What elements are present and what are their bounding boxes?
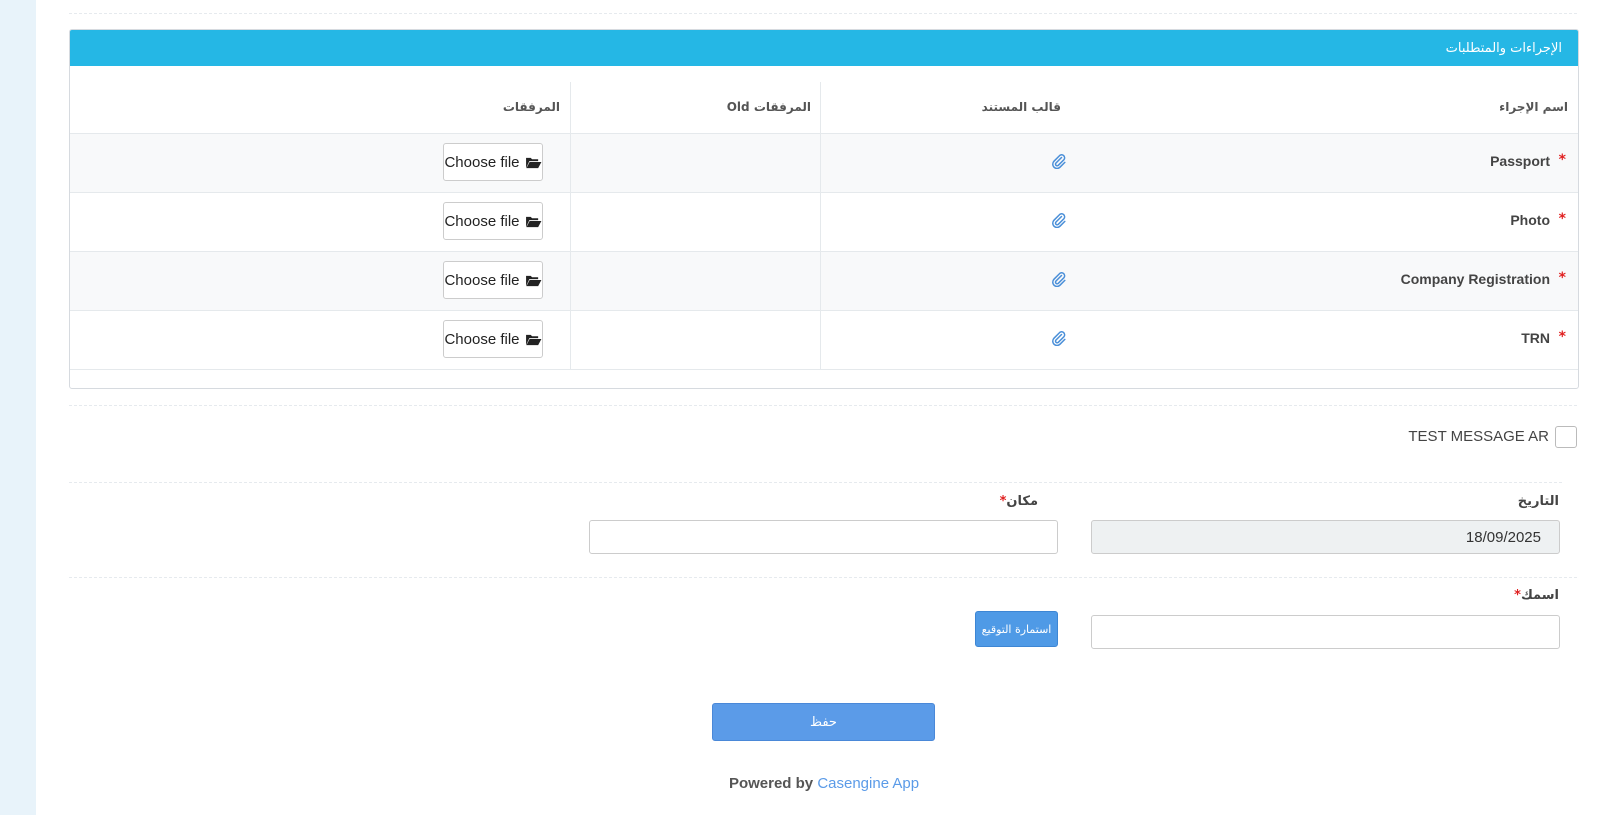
procedure-name: TRN [1521,330,1550,346]
table-header-row: اسم الإجراء قالب المستند Old المرفقات ال… [70,82,1578,134]
cell-attachments: Choose file [70,252,570,310]
procedure-name: Company Registration [1400,271,1550,287]
choose-file-button[interactable]: Choose file [443,261,543,299]
table-row: * Company Registration Choose file [70,252,1578,311]
powered-by-text: Powered by [728,775,814,792]
signature-form-button[interactable]: استمارة التوقيع [975,611,1058,647]
cell-old-attachments [570,193,821,251]
choose-file-button[interactable]: Choose file [443,320,543,358]
cell-template [820,193,1071,251]
cell-old-attachments [570,134,821,192]
paperclip-icon[interactable] [1051,330,1067,346]
procedures-panel: الإجراءات والمتطلبات اسم الإجراء قالب ال… [69,29,1579,389]
procedures-table: اسم الإجراء قالب المستند Old المرفقات ال… [70,82,1578,370]
date-label: التاريخ [1518,494,1559,509]
cell-old-attachments [570,311,821,369]
header-cell-attachments: المرفقات [70,82,570,133]
choose-file-label: Choose file [444,212,520,230]
header-procedure-name: اسم الإجراء [1499,100,1568,114]
footer: Powered by Casengine App [36,775,1612,792]
cell-old-attachments [570,252,821,310]
required-asterisk: * [1558,270,1566,286]
procedure-name: Passport [1490,153,1550,169]
divider [69,405,1577,406]
table-row: * TRN Choose file [70,311,1578,370]
required-asterisk: * [1558,152,1566,168]
choose-file-label: Choose file [444,153,520,171]
paperclip-icon[interactable] [1051,271,1067,287]
procedure-name: Photo [1510,212,1550,228]
cell-attachments: Choose file [70,311,570,369]
header-cell-old-attachments: Old المرفقات [570,82,821,133]
folder-open-icon [525,216,541,227]
required-asterisk: * [1514,588,1521,603]
choose-file-button[interactable]: Choose file [443,202,543,240]
name-label-text: اسمك [1520,588,1559,603]
cell-template [820,134,1071,192]
signature-form-label: استمارة التوقيع [981,622,1052,636]
required-asterisk: * [1558,211,1566,227]
panel-header: الإجراءات والمتطلبات [70,30,1578,66]
page-container: الإجراءات والمتطلبات اسم الإجراء قالب ال… [36,0,1621,815]
place-field[interactable] [589,520,1058,554]
cell-procedure-name: * TRN [1070,311,1578,369]
test-message-label: TEST MESSAGE AR [1408,428,1549,445]
table-row: * Passport Choose file [70,134,1578,193]
cell-attachments: Choose file [70,134,570,192]
header-cell-document-template: قالب المستند [820,82,1071,133]
name-label: *اسمك [1514,588,1559,603]
divider [69,577,1577,578]
cell-template [820,252,1071,310]
paperclip-icon[interactable] [1051,153,1067,169]
header-attachments: المرفقات [502,100,560,114]
casengine-app-link[interactable]: Casengine App [817,775,919,792]
save-button-label: حفظ [810,714,837,730]
name-field[interactable] [1091,615,1560,649]
cell-procedure-name: * Photo [1070,193,1578,251]
date-field[interactable] [1091,520,1560,554]
divider [69,482,1562,483]
cell-attachments: Choose file [70,193,570,251]
cell-procedure-name: * Passport [1070,134,1578,192]
choose-file-label: Choose file [444,271,520,289]
divider [69,13,1577,14]
place-label-text: مكان [1006,494,1038,509]
test-message-checkbox[interactable] [1555,426,1577,448]
folder-open-icon [525,157,541,168]
folder-open-icon [525,275,541,286]
table-row: * Photo Choose file [70,193,1578,252]
paperclip-icon[interactable] [1051,212,1067,228]
choose-file-label: Choose file [444,330,520,348]
required-asterisk: * [1558,329,1566,345]
cell-procedure-name: * Company Registration [1070,252,1578,310]
header-cell-procedure-name: اسم الإجراء [1070,82,1578,133]
header-old-attachments: Old المرفقات [726,100,811,114]
cell-template [820,311,1071,369]
choose-file-button[interactable]: Choose file [443,143,543,181]
header-document-template: قالب المستند [981,100,1061,114]
date-label-text: التاريخ [1517,494,1559,509]
folder-open-icon [525,334,541,345]
save-button[interactable]: حفظ [712,703,935,741]
panel-title: الإجراءات والمتطلبات [1445,40,1562,56]
place-label: *مكان [1000,494,1038,509]
